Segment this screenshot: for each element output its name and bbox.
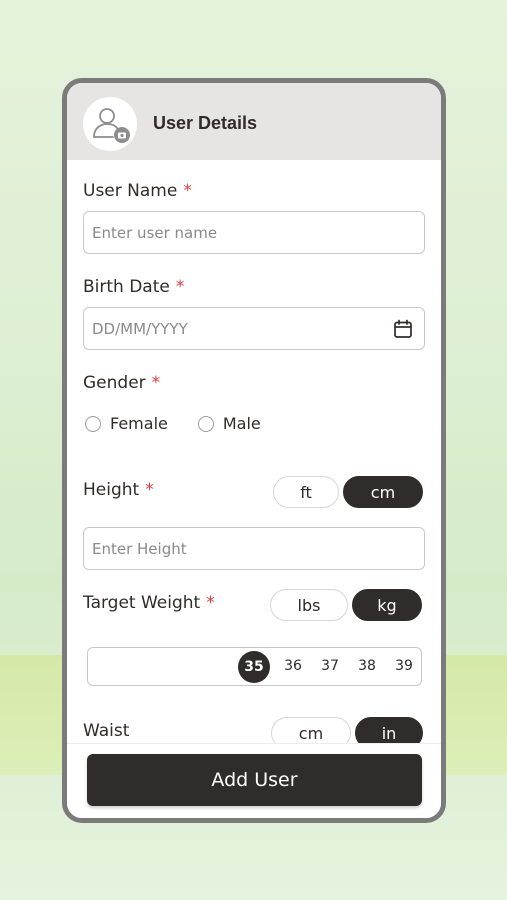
birth-date-placeholder: DD/MM/YYYY	[92, 320, 188, 338]
gender-label: Gender *	[83, 373, 160, 393]
height-input[interactable]: Enter Height	[83, 527, 425, 570]
radio-circle[interactable]	[85, 415, 101, 432]
user-details-card: User Details User Name * Enter user name …	[62, 78, 446, 823]
ruler-value-selected[interactable]: 35	[238, 651, 270, 683]
required-mark: *	[206, 593, 215, 613]
unit-option-lbs[interactable]: lbs	[270, 589, 348, 621]
unit-option-cm[interactable]: cm	[343, 476, 423, 508]
required-mark: *	[151, 373, 161, 393]
height-unit-toggle: ft cm	[273, 476, 423, 508]
add-user-button[interactable]: Add User	[87, 754, 422, 806]
gender-option-label: Female	[110, 414, 168, 433]
target-weight-label: Target Weight *	[83, 593, 215, 613]
user-add-photo-icon	[93, 108, 130, 143]
avatar[interactable]	[83, 97, 137, 151]
height-label: Height *	[83, 480, 154, 500]
user-name-label-text: User Name	[83, 181, 178, 201]
birth-date-input[interactable]: DD/MM/YYYY	[83, 307, 425, 350]
weight-unit-toggle: lbs kg	[270, 589, 422, 621]
radio-circle[interactable]	[197, 415, 214, 432]
card-header: User Details	[67, 83, 441, 160]
ruler-value[interactable]: 39	[389, 658, 419, 674]
ruler-value[interactable]: 36	[278, 658, 308, 674]
required-mark: *	[175, 277, 185, 297]
target-weight-label-text: Target Weight	[83, 593, 201, 613]
gender-option-female[interactable]: Female	[85, 414, 168, 433]
user-name-label: User Name *	[83, 181, 192, 201]
gender-radio-group: Female Male	[85, 414, 291, 433]
ruler-value[interactable]: 38	[352, 658, 382, 674]
required-mark: *	[183, 181, 192, 201]
card-footer: Add User	[67, 743, 441, 818]
height-label-text: Height	[83, 480, 140, 500]
required-mark: *	[145, 480, 154, 500]
gender-option-male[interactable]: Male	[197, 414, 261, 433]
birth-date-label: Birth Date *	[83, 277, 184, 297]
waist-label-text: Waist	[83, 721, 130, 741]
waist-label: Waist	[83, 721, 129, 741]
calendar-icon[interactable]	[393, 319, 413, 339]
ruler-value[interactable]: 37	[315, 658, 345, 674]
unit-option-ft[interactable]: ft	[273, 476, 339, 508]
page-title: User Details	[153, 113, 258, 133]
unit-option-kg[interactable]: kg	[352, 589, 422, 621]
height-placeholder: Enter Height	[92, 540, 187, 558]
weight-ruler-picker[interactable]: 35 36 37 38 39	[87, 647, 422, 686]
user-name-input[interactable]: Enter user name	[83, 211, 425, 254]
birth-date-label-text: Birth Date	[83, 277, 170, 297]
gender-option-label: Male	[222, 414, 261, 433]
user-name-placeholder: Enter user name	[92, 224, 218, 242]
gender-label-text: Gender	[83, 373, 146, 393]
